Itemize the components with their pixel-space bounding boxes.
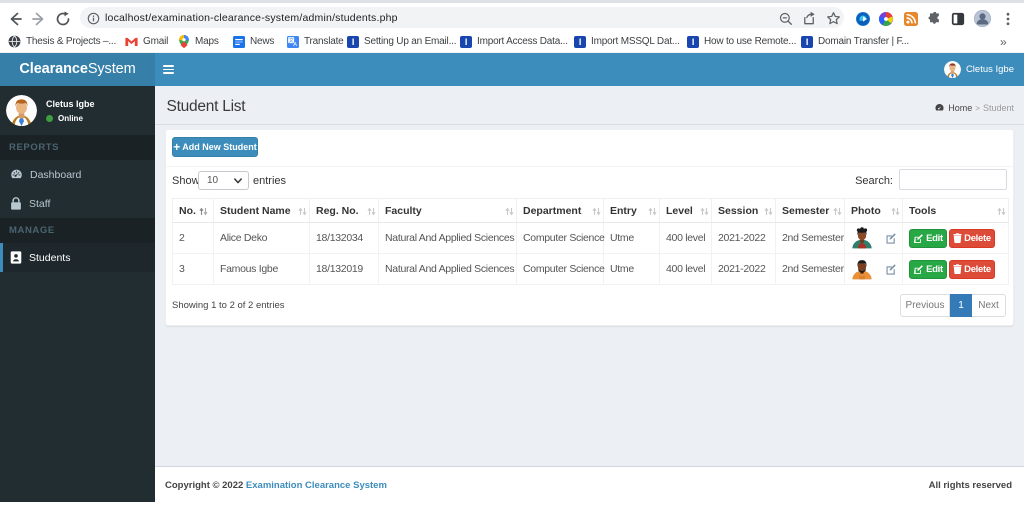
svg-text:A: A bbox=[293, 41, 297, 47]
